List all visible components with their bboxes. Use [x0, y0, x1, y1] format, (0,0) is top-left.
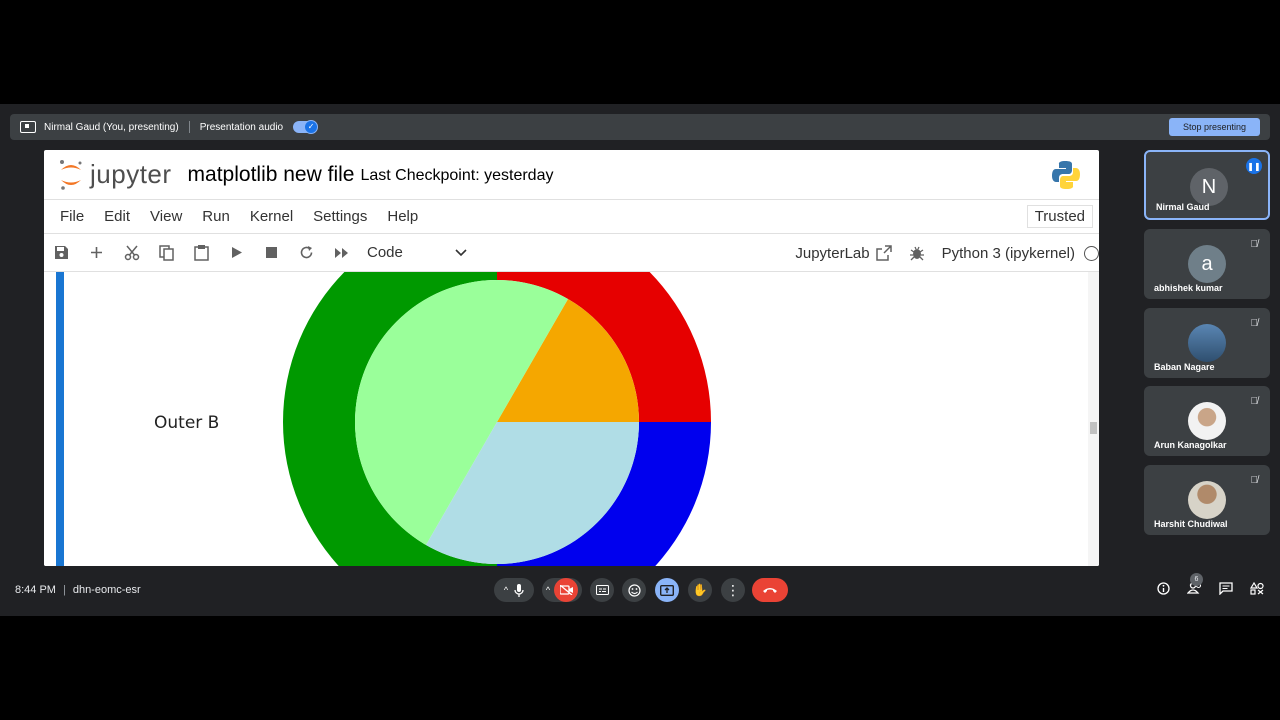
menu-edit[interactable]: Edit — [104, 208, 130, 225]
present-screen-icon — [20, 121, 36, 133]
check-icon: ✓ — [304, 120, 319, 134]
participant-tile[interactable]: a 🎙̸ abhishek kumar — [1144, 229, 1270, 299]
run-icon[interactable] — [219, 238, 254, 268]
paste-icon[interactable] — [184, 238, 219, 268]
fast-forward-icon[interactable] — [324, 238, 359, 268]
meeting-details-info-icon[interactable] — [1148, 582, 1179, 598]
mic-off-icon: 🎙̸ — [1250, 318, 1259, 329]
emoji-icon — [627, 583, 641, 597]
avatar — [1188, 402, 1226, 440]
notebook-content: Outer B — [44, 272, 1099, 566]
participant-tile[interactable]: 🎙̸ Harshit Chudiwal — [1144, 465, 1270, 535]
menu-run[interactable]: Run — [202, 208, 230, 225]
clock-time: 8:44 PM — [15, 584, 56, 596]
jupyter-window: jupyter matplotlib new file Last Checkpo… — [44, 150, 1099, 566]
presentation-audio-label: Presentation audio — [199, 121, 284, 133]
emoji-button[interactable] — [622, 578, 646, 602]
meeting-side-controls: 6 — [1148, 573, 1272, 598]
jupyter-logo-icon — [60, 159, 82, 190]
avatar: N — [1190, 168, 1228, 206]
participant-name: Harshit Chudiwal — [1154, 519, 1228, 529]
participant-name: Baban Nagare — [1154, 362, 1215, 372]
jupyterlab-link[interactable]: JupyterLab — [795, 245, 869, 262]
speaking-indicator-icon: ❚❚ — [1246, 158, 1262, 174]
present-screen-icon — [660, 584, 674, 596]
meeting-controls: 8:44 PM | dhn-eomc-esr ^ ^ ✋ ⋮ 6 — [0, 572, 1280, 616]
restart-icon[interactable] — [289, 238, 324, 268]
add-cell-icon[interactable] — [79, 238, 114, 268]
chevron-up-icon: ^ — [503, 585, 509, 595]
menu-file[interactable]: File — [60, 208, 84, 225]
kernel-name[interactable]: Python 3 (ipykernel) — [942, 245, 1075, 262]
scrollbar-thumb[interactable] — [1090, 422, 1097, 434]
participant-count-badge: 6 — [1190, 573, 1203, 586]
kernel-status-icon — [1084, 245, 1099, 261]
debugger-bug-icon[interactable] — [909, 245, 925, 261]
present-screen-button[interactable] — [655, 578, 679, 602]
trusted-indicator[interactable]: Trusted — [1026, 205, 1093, 228]
toolbar-right: JupyterLab Python 3 (ipykernel) — [795, 234, 1099, 272]
people-icon[interactable]: 6 — [1179, 573, 1210, 598]
mic-off-icon: 🎙̸ — [1250, 396, 1259, 407]
participant-tile[interactable]: N ❚❚ Nirmal Gaud — [1144, 150, 1270, 220]
captions-icon — [595, 585, 609, 595]
meeting-code: dhn-eomc-esr — [72, 584, 141, 596]
more-vert-icon: ⋮ — [726, 582, 740, 598]
participant-tile[interactable]: 🎙̸ Arun Kanagolkar — [1144, 386, 1270, 456]
presenting-bar: Nirmal Gaud (You, presenting) Presentati… — [10, 114, 1270, 140]
mic-icon — [514, 583, 524, 597]
notebook-title[interactable]: matplotlib new file — [188, 163, 355, 187]
raise-hand-button[interactable]: ✋ — [688, 578, 712, 602]
mic-off-icon: 🎙̸ — [1250, 475, 1259, 486]
jupyter-header: jupyter matplotlib new file Last Checkpo… — [44, 150, 1099, 200]
menu-help[interactable]: Help — [387, 208, 418, 225]
meeting-info: 8:44 PM | dhn-eomc-esr — [15, 584, 141, 596]
last-checkpoint: Last Checkpoint: yesterday — [360, 166, 554, 184]
camera-off-icon — [554, 578, 579, 602]
participant-tile[interactable]: 🎙̸ Baban Nagare — [1144, 308, 1270, 378]
avatar — [1188, 324, 1226, 362]
chart-label-outer-b: Outer B — [154, 413, 219, 433]
presenter-label: Nirmal Gaud (You, presenting) — [44, 121, 179, 133]
menu-kernel[interactable]: Kernel — [250, 208, 293, 225]
divider — [188, 121, 190, 133]
participant-name: Arun Kanagolkar — [1154, 440, 1227, 450]
avatar — [1188, 481, 1226, 519]
meet-screen: Nirmal Gaud (You, presenting) Presentati… — [0, 104, 1280, 616]
save-icon[interactable] — [44, 238, 79, 268]
menu-bar: File Edit View Run Kernel Settings Help … — [44, 200, 1099, 234]
leave-call-button[interactable] — [752, 578, 788, 602]
external-link-icon[interactable] — [875, 245, 892, 261]
hand-icon: ✋ — [692, 583, 708, 597]
participant-name: Nirmal Gaud — [1156, 202, 1210, 212]
stop-icon[interactable] — [254, 238, 289, 268]
stop-presenting-button[interactable]: Stop presenting — [1168, 118, 1260, 136]
divider: | — [62, 584, 66, 596]
activities-icon[interactable] — [1241, 581, 1272, 598]
notebook-toolbar: Code JupyterLab Python 3 (ipykernel) — [44, 234, 1099, 272]
pie-chart: Outer B — [154, 272, 711, 566]
camera-control[interactable]: ^ — [542, 578, 582, 602]
chevron-up-icon: ^ — [545, 585, 551, 595]
menu-view[interactable]: View — [150, 208, 182, 225]
copy-icon[interactable] — [149, 238, 184, 268]
notebook-scrollbar[interactable] — [1088, 272, 1099, 566]
chevron-down-icon — [455, 248, 467, 256]
cell-type-value: Code — [367, 244, 403, 261]
hang-up-icon — [763, 588, 777, 593]
captions-button[interactable] — [590, 578, 614, 602]
presentation-audio-toggle[interactable]: ✓ — [293, 120, 319, 134]
jupyter-wordmark: jupyter — [90, 159, 172, 189]
python-logo-icon — [1052, 161, 1080, 189]
cell-type-select[interactable]: Code — [367, 244, 467, 261]
mic-off-icon: 🎙̸ — [1250, 239, 1259, 250]
jupyter-logo[interactable]: jupyter — [58, 157, 172, 193]
more-options-button[interactable]: ⋮ — [721, 578, 745, 602]
participant-name: abhishek kumar — [1154, 283, 1223, 293]
cut-icon[interactable] — [114, 238, 149, 268]
menu-settings[interactable]: Settings — [313, 208, 367, 225]
avatar: a — [1188, 245, 1226, 283]
chat-icon[interactable] — [1210, 582, 1241, 598]
mic-control[interactable]: ^ — [494, 578, 534, 602]
